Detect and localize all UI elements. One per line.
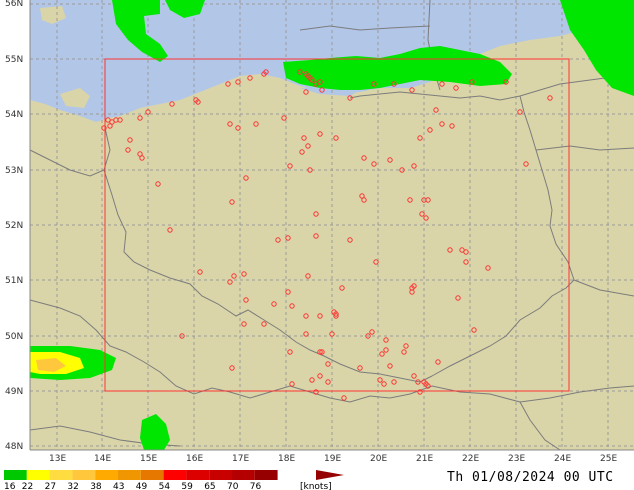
legend-swatch — [232, 470, 255, 480]
lon-label: 15E — [140, 454, 157, 464]
legend-swatch — [118, 470, 141, 480]
legend-arrow — [316, 470, 344, 480]
lon-label: 19E — [324, 454, 341, 464]
lon-label: 24E — [554, 454, 571, 464]
legend-value: 59 — [181, 482, 193, 490]
legend-value: 16 — [4, 482, 16, 490]
lat-axis-labels: 56N 55N 54N 53N 52N 51N 50N 49N 48N — [5, 0, 23, 452]
legend-swatch — [140, 470, 164, 480]
legend-swatch — [72, 470, 96, 480]
legend-value: 43 — [113, 482, 124, 490]
legend-swatch — [95, 470, 118, 480]
legend-swatch — [163, 470, 187, 480]
lat-label: 52N — [5, 221, 23, 231]
legend-value: 70 — [227, 482, 239, 490]
lat-label: 50N — [5, 332, 23, 342]
legend-unit: [knots] — [300, 482, 332, 490]
lat-label: 49N — [5, 387, 23, 397]
lon-label: 13E — [49, 454, 66, 464]
lat-label: 55N — [5, 55, 23, 65]
legend-value: 76 — [250, 482, 262, 490]
legend-swatch — [26, 470, 50, 480]
legend-value: 22 — [22, 482, 33, 490]
legend-value: 49 — [136, 482, 148, 490]
lat-label: 51N — [5, 276, 23, 286]
lat-label: 48N — [5, 442, 23, 452]
lon-axis-labels: 13E 14E 15E 16E 17E 18E 19E 20E 21E 22E … — [49, 454, 617, 464]
legend-value: 54 — [159, 482, 171, 490]
lon-label: 22E — [462, 454, 479, 464]
wind-map: 56N 55N 54N 53N 52N 51N 50N 49N 48N 13E … — [4, 0, 634, 490]
lat-label: 53N — [5, 166, 23, 176]
lat-label-56n: 56N — [5, 0, 23, 9]
lon-label: 25E — [600, 454, 617, 464]
legend-swatch — [49, 470, 73, 480]
lon-label: 17E — [232, 454, 249, 464]
legend-value: 32 — [67, 482, 78, 490]
lon-label: 18E — [278, 454, 295, 464]
lon-label: 21E — [416, 454, 433, 464]
legend-swatch — [209, 470, 232, 480]
lon-label: 23E — [508, 454, 525, 464]
legend-swatch — [4, 470, 27, 480]
legend-swatch — [186, 470, 210, 480]
lon-label: 16E — [186, 454, 203, 464]
legend-value: 65 — [204, 482, 215, 490]
legend-swatch — [254, 470, 278, 480]
wind-speed-legend: 16 22 27 32 38 43 49 54 59 65 70 76 — [4, 470, 278, 490]
lon-label: 14E — [94, 454, 111, 464]
legend-value: 27 — [45, 482, 56, 490]
lon-label: 20E — [370, 454, 387, 464]
forecast-timestamp: Th 01/08/2024 00 UTC — [447, 470, 614, 485]
legend-value: 38 — [90, 482, 102, 490]
lat-label: 54N — [5, 110, 23, 120]
